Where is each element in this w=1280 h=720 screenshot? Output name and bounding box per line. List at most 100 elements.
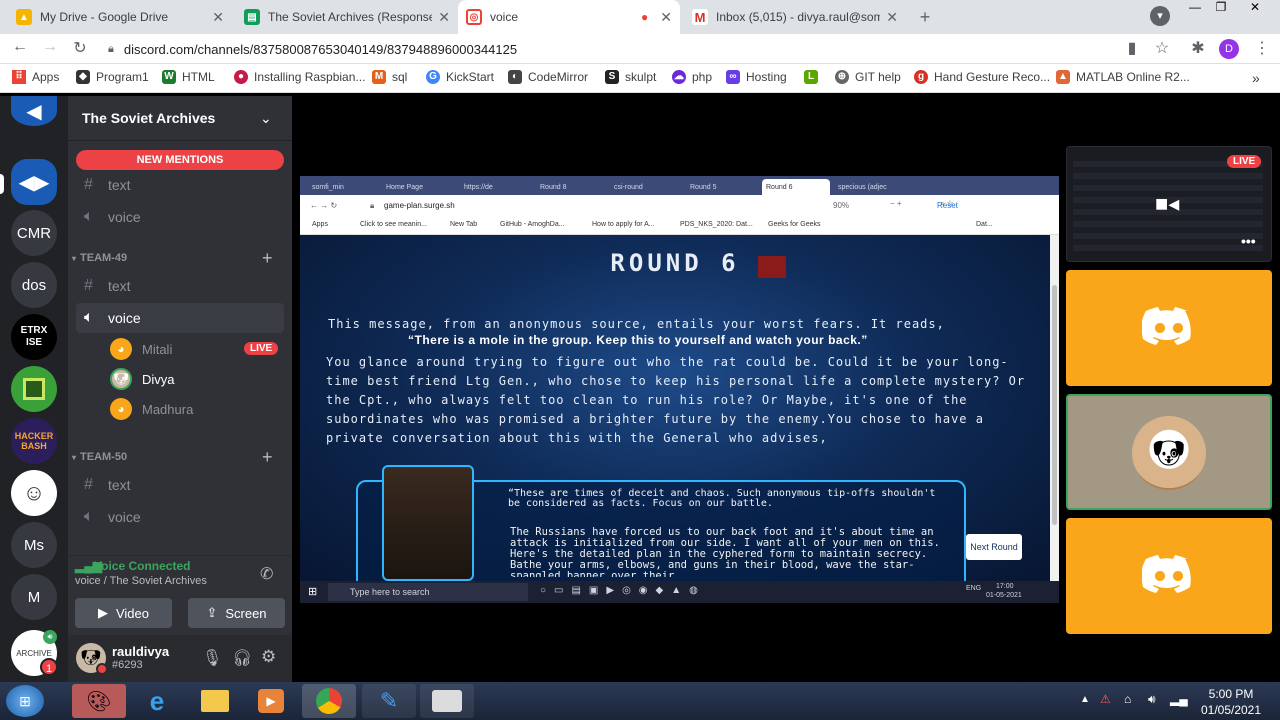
tab-google-drive[interactable]: ▲ My Drive - Google Drive ✕: [8, 0, 232, 34]
restore-button[interactable]: ❐: [1210, 0, 1232, 18]
participant-tile-madhura[interactable]: [1066, 518, 1272, 634]
voice-status[interactable]: Voice Connected: [94, 559, 190, 573]
new-tab-button[interactable]: +: [913, 6, 937, 28]
participant-tile-mitali[interactable]: [1066, 270, 1272, 386]
voice-user-madhura[interactable]: ◕ Madhura: [110, 396, 193, 422]
menu-icon[interactable]: ⋮: [1252, 38, 1272, 58]
taskbar-clock-time[interactable]: 5:00 PM: [1196, 687, 1266, 701]
bookmark-raspbian[interactable]: ● Installing Raspbian...: [234, 70, 365, 84]
screen-share-stream[interactable]: somfi_min Home Page https://de Round 8 c…: [300, 176, 1059, 603]
tray-security-icon[interactable]: ⚠: [1100, 692, 1111, 706]
participant-tile-divya[interactable]: 🐶︎: [1066, 394, 1272, 510]
camera-icon[interactable]: ▮: [1122, 38, 1142, 58]
settings-gear-icon[interactable]: ⚙: [261, 647, 276, 667]
bookmark-sql[interactable]: Msql: [372, 70, 407, 84]
close-icon[interactable]: ✕: [212, 9, 224, 26]
taskbar-clock-date[interactable]: 01/05/2021: [1196, 703, 1266, 717]
server-icon-cmr[interactable]: CMR: [11, 210, 57, 256]
close-icon[interactable]: ✕: [660, 9, 672, 26]
skulpt-icon: S: [605, 70, 619, 84]
bookmark-program1[interactable]: ◆ Program1: [76, 70, 149, 84]
forward-icon[interactable]: →: [40, 38, 60, 56]
taskbar-app-explorer[interactable]: [188, 684, 242, 718]
headphones-icon[interactable]: 🎧︎: [232, 648, 252, 668]
bookmark-apps[interactable]: ⠿ Apps: [12, 70, 59, 84]
tab-search-icon[interactable]: ▾: [1150, 6, 1170, 26]
disconnect-icon[interactable]: ✆: [260, 564, 273, 584]
address-bar[interactable]: 🔒︎ discord.com/channels/8375800876530401…: [100, 37, 1110, 61]
close-window-button[interactable]: ✕: [1244, 0, 1266, 18]
stream-preview-tile[interactable]: LIVE ■◂ •••: [1066, 146, 1272, 262]
channel-text[interactable]: # text: [76, 271, 284, 301]
button-label: Screen: [225, 605, 267, 621]
voice-location[interactable]: voice / The Soviet Archives: [75, 575, 207, 587]
volume-icon[interactable]: 🔊︎: [1148, 692, 1156, 707]
server-icon-chip[interactable]: [11, 366, 57, 412]
video-button[interactable]: ▶ Video: [75, 598, 172, 628]
bookmark-skulpt[interactable]: Sskulpt: [605, 70, 656, 84]
minimize-button[interactable]: —: [1184, 0, 1206, 18]
recording-icon: ●: [641, 10, 649, 24]
more-options-icon[interactable]: •••: [1241, 233, 1256, 249]
bookmark-git-help[interactable]: ⊕ GIT help: [835, 70, 901, 84]
wifi-icon[interactable]: ▂▄: [1170, 692, 1188, 706]
channel-voice[interactable]: 🔈︎ voice: [76, 202, 284, 232]
channel-text[interactable]: # text: [76, 470, 284, 500]
tray-expand-icon[interactable]: ▲: [1080, 694, 1090, 705]
taskbar-app-other[interactable]: [420, 684, 474, 718]
channel-voice[interactable]: 🔈︎ voice: [76, 502, 284, 532]
taskbar-app-chrome[interactable]: [302, 684, 356, 718]
server-icon-etrx-ise[interactable]: ETRX ISE: [11, 314, 57, 360]
channel-text[interactable]: # text: [76, 170, 284, 200]
taskbar-app-notepad[interactable]: ✎: [362, 684, 416, 718]
more-bookmarks-icon[interactable]: »: [1252, 70, 1260, 86]
server-icon-m[interactable]: M: [11, 574, 57, 620]
bookmark-html[interactable]: W HTML: [162, 70, 215, 84]
bookmark-star-icon[interactable]: ☆: [1152, 38, 1172, 58]
tab-soviet-archives-responses[interactable]: ▤ The Soviet Archives (Responses) ✕: [236, 0, 458, 34]
close-icon[interactable]: ✕: [886, 9, 898, 26]
bookmark-l[interactable]: L: [804, 70, 824, 84]
category-team-50[interactable]: ▾ TEAM-50 +: [72, 447, 273, 467]
windows-start-icon[interactable]: ⊞: [6, 685, 44, 717]
voice-user-mitali[interactable]: ◕ Mitali: [110, 336, 172, 362]
bookmark-hosting[interactable]: ∞ Hosting: [726, 70, 787, 84]
bookmark-label: HTML: [182, 70, 215, 84]
reload-icon[interactable]: ↻: [70, 38, 90, 58]
server-name[interactable]: The Soviet Archives: [82, 110, 215, 126]
server-icon-ms[interactable]: Ms: [11, 522, 57, 568]
bookmark-php[interactable]: ☁ php: [672, 70, 712, 84]
close-icon[interactable]: ✕: [438, 9, 450, 26]
back-icon[interactable]: ←: [10, 38, 30, 56]
category-team-49[interactable]: ▾ TEAM-49 +: [72, 248, 273, 268]
screen-button[interactable]: ⇪ Screen: [188, 598, 285, 628]
hashtag-icon: #: [84, 476, 93, 493]
tray-network-icon[interactable]: ⌂: [1124, 692, 1131, 706]
tab-voice[interactable]: ◎ voice ● ✕: [458, 0, 680, 34]
tab-gmail[interactable]: M Inbox (5,015) - divya.raul@soma ✕: [684, 0, 906, 34]
server-icon-hacker-rank[interactable]: HACKER BASH: [11, 418, 57, 464]
bookmark-hand-gesture[interactable]: g Hand Gesture Reco...: [914, 70, 1050, 84]
taskbar-app-paint[interactable]: 🎨︎: [72, 684, 126, 718]
channel-voice-active[interactable]: 🔈︎ voice: [76, 303, 284, 333]
taskbar-app-media[interactable]: ▶: [244, 684, 298, 718]
server-icon-meme[interactable]: ☺: [11, 470, 57, 516]
voice-user-divya[interactable]: 🐶︎ Divya: [110, 366, 175, 392]
taskbar-app-ie[interactable]: e: [130, 684, 184, 718]
general-portrait: [382, 465, 474, 581]
user-name: Mitali: [142, 341, 173, 357]
profile-avatar[interactable]: D: [1219, 39, 1239, 59]
server-icon-dos[interactable]: dos: [11, 262, 57, 308]
bookmark-kickstart[interactable]: G KickStart: [426, 70, 494, 84]
add-channel-icon[interactable]: +: [262, 248, 273, 269]
microphone-icon[interactable]: 🎙︎: [202, 648, 222, 668]
bookmark-codemirror[interactable]: ◐ CodeMirror: [508, 70, 588, 84]
server-icon-soviet-top[interactable]: ◀: [11, 96, 57, 126]
chevron-down-icon[interactable]: ⌄: [260, 110, 272, 127]
shared-bookmarks: Apps Click to see meanin... New Tab GitH…: [300, 217, 1059, 235]
add-channel-icon[interactable]: +: [262, 447, 273, 468]
bookmark-matlab[interactable]: ▲ MATLAB Online R2...: [1056, 70, 1190, 84]
server-icon-soviet-archives[interactable]: ◀▶: [11, 159, 57, 205]
extensions-icon[interactable]: ✱: [1188, 38, 1208, 58]
new-mentions-banner[interactable]: NEW MENTIONS: [76, 150, 284, 170]
